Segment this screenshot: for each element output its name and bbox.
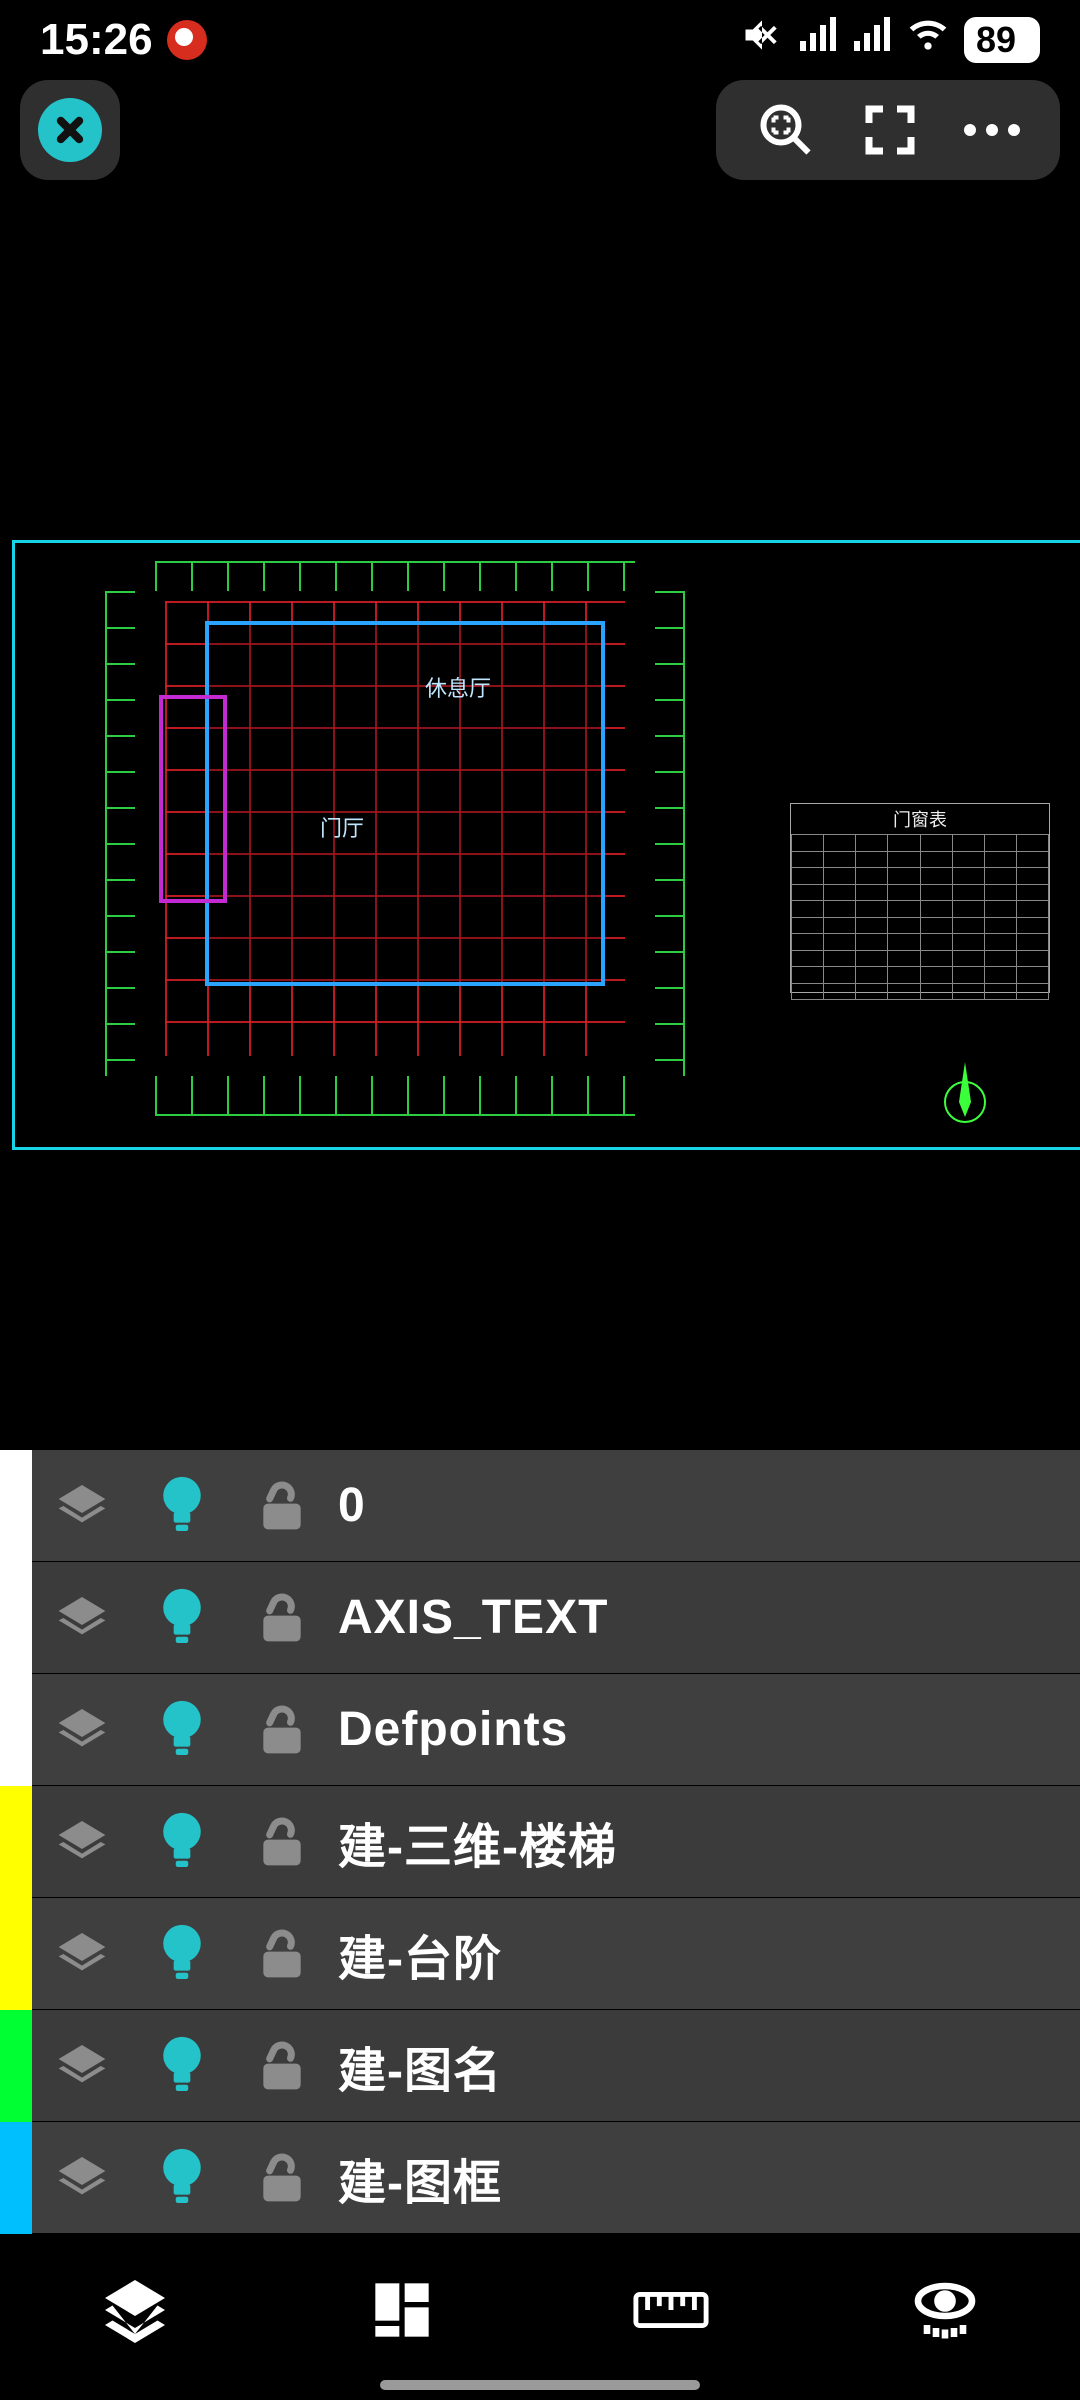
layer-row[interactable]: 建-图名: [0, 2010, 1080, 2122]
layer-visibility-toggle[interactable]: [132, 2034, 232, 2098]
room-label-lobby: 门厅: [320, 811, 364, 843]
clock: 15:26: [40, 15, 153, 65]
close-icon: [38, 98, 102, 162]
layer-color-swatch[interactable]: [0, 2010, 32, 2122]
weibo-icon: [167, 20, 207, 60]
set-current-layer-button[interactable]: [32, 1814, 132, 1870]
set-current-layer-button[interactable]: [32, 1702, 132, 1758]
layer-visibility-toggle[interactable]: [132, 1698, 232, 1762]
north-arrow-icon: [940, 1057, 990, 1127]
layer-color-swatch[interactable]: [0, 1786, 32, 1898]
room-label-lounge: 休息厅: [425, 671, 491, 703]
layer-row[interactable]: 建-三维-楼梯: [0, 1786, 1080, 1898]
fullscreen-button[interactable]: [862, 102, 918, 158]
layer-color-swatch[interactable]: [0, 1450, 32, 1562]
battery-indicator: 89: [964, 17, 1040, 63]
home-indicator[interactable]: [380, 2380, 700, 2390]
layer-lock-toggle[interactable]: [232, 2038, 332, 2094]
layer-name-label: 建-台阶: [332, 1919, 1080, 1989]
mute-icon: [740, 13, 784, 68]
set-current-layer-button[interactable]: [32, 2038, 132, 2094]
layer-color-swatch[interactable]: [0, 1898, 32, 2010]
layer-lock-toggle[interactable]: [232, 1702, 332, 1758]
layer-visibility-toggle[interactable]: [132, 1810, 232, 1874]
set-current-layer-button[interactable]: [32, 1478, 132, 1534]
layer-lock-toggle[interactable]: [232, 2150, 332, 2206]
layer-row[interactable]: Defpoints: [0, 1674, 1080, 1786]
layer-color-swatch[interactable]: [0, 1674, 32, 1786]
set-current-layer-button[interactable]: [32, 1926, 132, 1982]
wifi-icon: [906, 13, 950, 68]
layer-visibility-toggle[interactable]: [132, 1474, 232, 1538]
layer-row[interactable]: AXIS_TEXT: [0, 1562, 1080, 1674]
layer-lock-toggle[interactable]: [232, 1814, 332, 1870]
layer-name-label: 0: [332, 1478, 1080, 1533]
status-bar: 15:26 89: [0, 0, 1080, 80]
signal-2-icon: [852, 15, 892, 66]
close-button[interactable]: [20, 80, 120, 180]
signal-1-icon: [798, 15, 838, 66]
layer-name-label: 建-图框: [332, 2143, 1080, 2213]
schedule-title: 门窗表: [791, 804, 1049, 834]
layer-visibility-toggle[interactable]: [132, 2146, 232, 2210]
layer-name-label: 建-三维-楼梯: [332, 1807, 1080, 1877]
layer-row[interactable]: 建-图框: [0, 2122, 1080, 2234]
layer-visibility-toggle[interactable]: [132, 1586, 232, 1650]
view-tools-group: [716, 80, 1060, 180]
layer-visibility-toggle[interactable]: [132, 1922, 232, 1986]
bottom-toolbar: [0, 2240, 1080, 2400]
set-current-layer-button[interactable]: [32, 2150, 132, 2206]
layer-row[interactable]: 建-台阶: [0, 1898, 1080, 2010]
measure-tab-button[interactable]: [632, 2285, 710, 2335]
layers-tab-button[interactable]: [99, 2274, 171, 2346]
layouts-tab-button[interactable]: [370, 2278, 434, 2342]
layer-lock-toggle[interactable]: [232, 1478, 332, 1534]
layer-name-label: AXIS_TEXT: [332, 1590, 1080, 1645]
layer-color-swatch[interactable]: [0, 1562, 32, 1674]
drawing-viewport[interactable]: 休息厅 门厅 门窗表: [0, 200, 1080, 960]
more-menu-button[interactable]: [964, 124, 1020, 136]
layer-name-label: 建-图名: [332, 2031, 1080, 2101]
drawing-frame: 休息厅 门厅 门窗表: [12, 540, 1080, 1150]
zoom-extents-button[interactable]: [756, 100, 816, 160]
layer-panel: 0 AXIS_TEXT Defpoints 建-三维-楼梯建-台阶建-图名建-图框: [0, 1450, 1080, 2240]
view-settings-tab-button[interactable]: [909, 2274, 981, 2346]
floor-plan: 休息厅 门厅: [145, 561, 645, 1116]
layer-color-swatch[interactable]: [0, 2122, 32, 2234]
door-window-schedule: 门窗表: [790, 803, 1050, 993]
layer-row[interactable]: 0: [0, 1450, 1080, 1562]
editor-toolbar: [0, 80, 1080, 200]
set-current-layer-button[interactable]: [32, 1590, 132, 1646]
layer-name-label: Defpoints: [332, 1702, 1080, 1757]
layer-lock-toggle[interactable]: [232, 1590, 332, 1646]
layer-lock-toggle[interactable]: [232, 1926, 332, 1982]
